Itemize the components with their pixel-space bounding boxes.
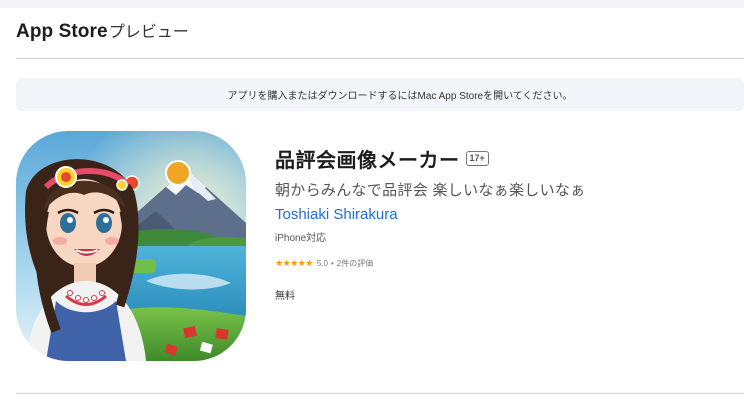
rating-separator: • [330,259,334,268]
app-subtitle: 朝からみんなで品評会 楽しいなぁ楽しいなぁ [275,182,586,199]
app-title: 品評会画像メーカー [275,150,460,172]
banner-text: アプリを購入またはダウンロードするにはMac App Storeを開いてください… [227,91,573,102]
app-price: 無料 [275,291,295,302]
title-row: 品評会画像メーカー 17+ [275,144,585,173]
app-icon [16,131,246,361]
header-divider [16,58,744,59]
top-strip [0,0,744,8]
device-compatibility: iPhone対応 [275,233,327,244]
rating-value: 5.0 [316,259,328,268]
app-store-brand[interactable]: App Store [16,21,108,43]
open-mac-app-store-banner: アプリを購入またはダウンロードするにはMac App Storeを開いてください… [16,78,744,111]
bottom-divider [16,393,744,394]
anime-girl-mountain-lake-icon [16,131,246,361]
app-info: 品評会画像メーカー 17+ 朝からみんなで品評会 楽しいなぁ楽しいなぁ Tosh… [275,144,585,302]
page-header: App Store プレビュー [16,18,189,43]
age-rating-badge: 17+ [465,151,489,166]
rating-count: 2件の評価 [336,259,374,268]
developer-link[interactable]: Toshiaki Shirakura [275,206,585,223]
rating-row: ★★★★★ 5.0 • 2件の評価 [275,258,585,269]
preview-label: プレビュー [108,24,189,41]
star-rating-icon: ★★★★★ [275,258,313,268]
